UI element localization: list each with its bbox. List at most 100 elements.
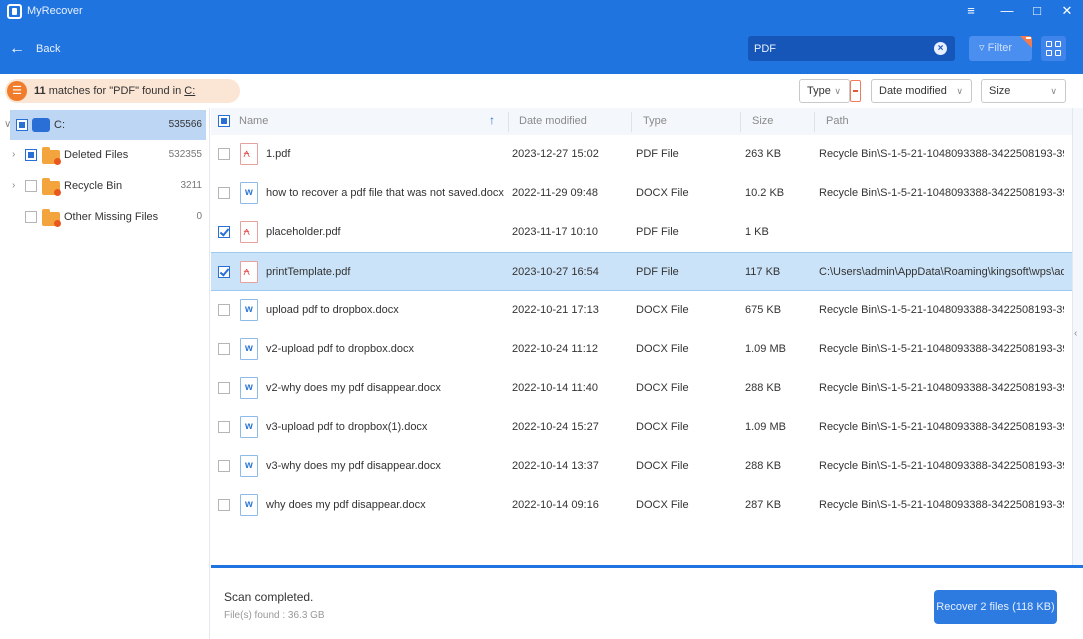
files-found: File(s) found : 36.3 GB: [224, 610, 325, 621]
file-type: DOCX File: [636, 343, 689, 355]
column-header-type[interactable]: Type: [643, 115, 667, 127]
close-icon[interactable]: ✕: [1057, 3, 1077, 19]
row-checkbox[interactable]: [218, 226, 230, 238]
match-text: matches for "PDF" found in: [45, 85, 185, 97]
row-checkbox[interactable]: [218, 421, 230, 433]
file-row[interactable]: v2-upload pdf to dropbox.docx 2022-10-24 …: [211, 330, 1072, 369]
filter-funnel-icon: ▿: [979, 42, 985, 54]
tree-item-count: 535566: [168, 119, 202, 130]
date-filter-select[interactable]: Date modified ∨: [871, 79, 972, 103]
match-drive-link[interactable]: C:: [184, 85, 195, 97]
size-filter-select[interactable]: Size ∨: [981, 79, 1066, 103]
file-type: DOCX File: [636, 460, 689, 472]
sort-ascending-icon[interactable]: ↑: [489, 113, 495, 127]
file-size: 287 KB: [745, 499, 782, 511]
file-row[interactable]: 1.pdf 2023-12-27 15:02 PDF File 263 KB Recyc…: [211, 135, 1072, 174]
file-date: 2023-10-27 16:54: [512, 266, 599, 278]
chevron-down-icon: ∨: [834, 86, 841, 96]
tree-item-label: C:: [54, 119, 65, 131]
recover-button[interactable]: Recover 2 files (118 KB): [934, 590, 1057, 624]
menu-icon[interactable]: ≡: [961, 3, 981, 19]
drive-icon: [32, 118, 50, 132]
file-date: 2022-10-24 11:12: [512, 343, 599, 355]
tree-item-count: 532355: [168, 149, 202, 160]
file-row[interactable]: placeholder.pdf 2023-11-17 10:10 PDF File 1…: [211, 213, 1072, 252]
list-icon: ☰: [7, 81, 27, 101]
row-checkbox[interactable]: [218, 343, 230, 355]
file-date: 2022-10-14 09:16: [512, 499, 599, 511]
row-checkbox[interactable]: [218, 187, 230, 199]
file-name: v3-why does my pdf disappear.docx: [266, 460, 441, 472]
recycle-bin-icon: [42, 178, 61, 196]
column-header-date[interactable]: Date modified: [519, 115, 587, 127]
file-size: 1 KB: [745, 226, 769, 238]
tree-item-deleted-files[interactable]: › Deleted Files 532355: [4, 140, 208, 170]
file-name: v2-why does my pdf disappear.docx: [266, 382, 441, 394]
file-row[interactable]: how to recover a pdf file that was not s…: [211, 174, 1072, 213]
tree-item-label: Other Missing Files: [64, 211, 159, 223]
file-date: 2022-11-29 09:48: [512, 187, 599, 199]
view-toggle-grid-icon[interactable]: [1041, 36, 1066, 61]
search-input[interactable]: [754, 40, 924, 57]
file-date: 2022-10-14 13:37: [512, 460, 599, 472]
file-name: how to recover a pdf file that was not s…: [266, 187, 504, 199]
row-checkbox[interactable]: [218, 460, 230, 472]
file-type: DOCX File: [636, 421, 689, 433]
file-path: Recycle Bin\S-1-5-21-1048093388-34225081…: [819, 304, 1064, 316]
tree-checkbox[interactable]: [25, 149, 37, 161]
row-checkbox[interactable]: [218, 148, 230, 160]
row-checkbox[interactable]: [218, 266, 230, 278]
tree-checkbox[interactable]: [25, 211, 37, 223]
file-date: 2023-11-17 10:10: [512, 226, 599, 238]
back-button[interactable]: Back: [36, 43, 60, 55]
clear-search-icon[interactable]: ×: [934, 42, 947, 55]
file-path: C:\Users\admin\AppData\Roaming\kingsoft\…: [819, 266, 1064, 278]
type-filter-clear-button[interactable]: [850, 80, 861, 102]
chevron-down-icon[interactable]: ∨: [4, 119, 11, 130]
tree-item-other-missing-files[interactable]: Other Missing Files 0: [4, 202, 208, 232]
column-header-name[interactable]: Name: [239, 115, 268, 127]
tree-checkbox[interactable]: [16, 119, 28, 131]
pdf-file-icon: [240, 221, 258, 243]
file-row[interactable]: why does my pdf disappear.docx 2022-10-14…: [211, 486, 1072, 525]
file-row[interactable]: v3-why does my pdf disappear.docx 2022-10…: [211, 447, 1072, 486]
file-size: 10.2 KB: [745, 187, 785, 199]
location-tree: ∨ C: 535566 › Deleted Files 532355 › Rec…: [0, 108, 210, 639]
filter-button[interactable]: ▿ Filter: [969, 36, 1032, 61]
select-all-checkbox[interactable]: [218, 115, 230, 127]
file-row[interactable]: v3-upload pdf to dropbox(1).docx 2022-10-…: [211, 408, 1072, 447]
docx-file-icon: [240, 182, 258, 204]
column-header-size[interactable]: Size: [752, 115, 773, 127]
tree-item-recycle-bin[interactable]: › Recycle Bin 3211: [4, 171, 208, 201]
row-checkbox[interactable]: [218, 304, 230, 316]
chevron-right-icon[interactable]: ›: [12, 149, 15, 160]
back-arrow-icon[interactable]: ←: [9, 40, 25, 58]
date-filter-label: Date modified: [879, 85, 947, 97]
chevron-down-icon: ∨: [956, 86, 963, 96]
chevron-left-icon: ‹: [1074, 328, 1078, 339]
size-filter-label: Size: [989, 85, 1011, 97]
row-checkbox[interactable]: [218, 382, 230, 394]
file-size: 288 KB: [745, 460, 782, 472]
file-table-header: Name ↑ Date modified Type Size Path: [211, 108, 1072, 135]
tree-item-drive-c[interactable]: ∨ C: 535566: [4, 110, 206, 140]
file-row[interactable]: v2-why does my pdf disappear.docx 2022-10…: [211, 369, 1072, 408]
docx-file-icon: [240, 338, 258, 360]
file-row[interactable]: printTemplate.pdf 2023-10-27 16:54 PDF Fil…: [211, 252, 1072, 291]
minimize-icon[interactable]: —: [997, 3, 1017, 19]
file-type: PDF File: [636, 226, 679, 238]
preview-panel-toggle[interactable]: ‹: [1072, 108, 1083, 565]
filter-label: Filter: [987, 42, 1013, 54]
file-size: 675 KB: [745, 304, 782, 316]
file-type: PDF File: [636, 266, 679, 278]
file-row[interactable]: upload pdf to dropbox.docx 2022-10-21 17:…: [211, 291, 1072, 330]
type-filter-select[interactable]: Type ∨: [799, 79, 850, 103]
row-checkbox[interactable]: [218, 499, 230, 511]
title-bar: MyRecover ≡ — □ ✕ ← Back × ▿ Filter: [0, 0, 1083, 74]
search-box[interactable]: ×: [748, 36, 955, 61]
tree-checkbox[interactable]: [25, 180, 37, 192]
chevron-right-icon[interactable]: ›: [12, 180, 15, 191]
file-type: DOCX File: [636, 499, 689, 511]
column-header-path[interactable]: Path: [826, 115, 849, 127]
maximize-icon[interactable]: □: [1027, 3, 1047, 19]
